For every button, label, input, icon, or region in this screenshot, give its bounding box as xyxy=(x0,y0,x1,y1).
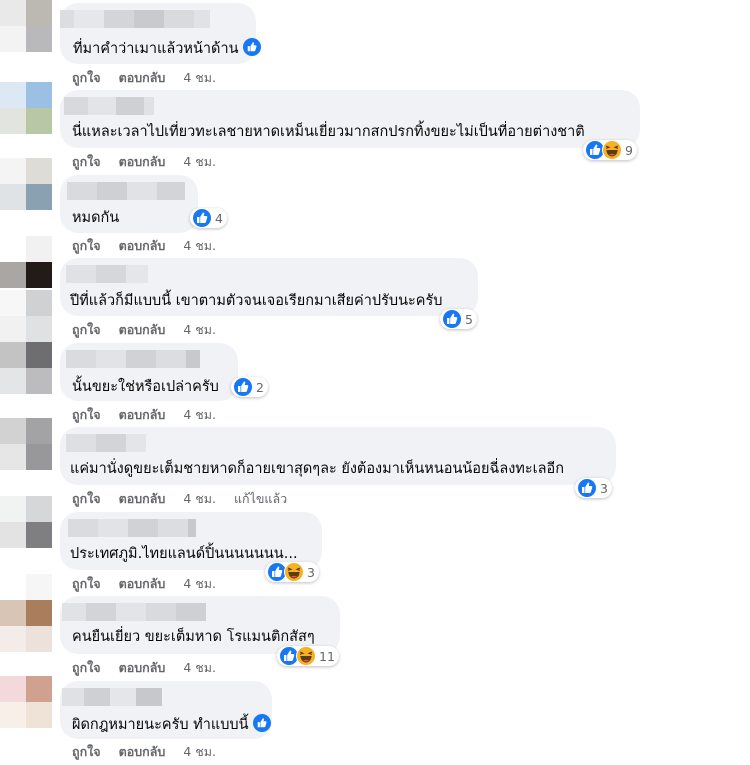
comment-bubble: ที่มาคำว่าเมาแล้วหน้าด้าน xyxy=(60,3,261,64)
like-button[interactable]: ถูกใจ xyxy=(72,742,101,762)
reaction-count: 5 xyxy=(465,311,473,327)
avatar[interactable] xyxy=(0,82,52,134)
comment-text: ผิดกฎหมายนะครับ ทำแบบนี้ xyxy=(72,717,249,733)
timestamp[interactable]: 4 ชม. xyxy=(183,152,216,172)
timestamp[interactable]: 4 ชม. xyxy=(183,320,216,340)
timestamp[interactable]: 4 ชม. xyxy=(183,236,216,256)
haha-reaction-icon xyxy=(284,562,304,582)
comment-actions: ถูกใจ ตอบกลับ 4 ชม. xyxy=(72,236,234,256)
avatar[interactable] xyxy=(0,0,52,52)
commenter-name[interactable] xyxy=(68,519,196,537)
like-button[interactable]: ถูกใจ xyxy=(72,574,101,594)
comment-text: นั้นขยะใช่หรือเปล่าครับ xyxy=(72,379,219,395)
reaction-count: 3 xyxy=(307,564,315,580)
reaction-count: 2 xyxy=(256,379,264,395)
timestamp[interactable]: 4 ชม. xyxy=(183,68,216,88)
reply-button[interactable]: ตอบกลับ xyxy=(119,236,166,256)
like-button[interactable]: ถูกใจ xyxy=(72,236,101,256)
avatar[interactable] xyxy=(0,676,52,728)
comment-bubble: แค่มานั่งดูขยะเต็มชายหาดก็อายเขาสุดๆละ ย… xyxy=(60,427,616,485)
avatar[interactable] xyxy=(0,574,52,626)
like-reaction-icon xyxy=(192,208,212,228)
reply-button[interactable]: ตอบกลับ xyxy=(119,658,166,678)
reply-button[interactable]: ตอบกลับ xyxy=(119,320,166,340)
commenter-name[interactable] xyxy=(62,688,162,706)
reply-button[interactable]: ตอบกลับ xyxy=(119,68,166,88)
like-button[interactable]: ถูกใจ xyxy=(72,405,101,425)
like-reaction-icon xyxy=(233,377,253,397)
comment-actions: ถูกใจ ตอบกลับ 4 ชม. xyxy=(72,658,234,678)
comment-text: แค่มานั่งดูขยะเต็มชายหาดก็อายเขาสุดๆละ ย… xyxy=(70,461,564,477)
commenter-name[interactable] xyxy=(66,350,200,368)
comment-bubble: นี่แหละเวลาไปเที่ยวทะเลชายหาดเหม็นเยี่ยว… xyxy=(60,90,640,148)
timestamp[interactable]: 4 ชม. xyxy=(183,574,216,594)
comment-actions: ถูกใจ ตอบกลับ 4 ชม. xyxy=(72,152,234,172)
reaction-summary[interactable]: 3 xyxy=(575,478,612,498)
avatar[interactable] xyxy=(0,342,52,394)
avatar[interactable] xyxy=(0,418,52,470)
avatar[interactable] xyxy=(0,290,52,342)
reply-button[interactable]: ตอบกลับ xyxy=(119,405,166,425)
comment-actions: ถูกใจ ตอบกลับ 4 ชม. xyxy=(72,574,234,594)
like-button[interactable]: ถูกใจ xyxy=(72,68,101,88)
commenter-name[interactable] xyxy=(66,434,146,452)
comment-text: นี่แหละเวลาไปเที่ยวทะเลชายหาดเหม็นเยี่ยว… xyxy=(72,124,585,140)
haha-reaction-icon xyxy=(296,646,316,666)
avatar[interactable] xyxy=(0,496,52,548)
like-reaction-icon xyxy=(577,478,597,498)
timestamp[interactable]: 4 ชม. xyxy=(183,405,216,425)
reaction-summary[interactable]: 9 xyxy=(583,140,637,160)
like-icon xyxy=(252,714,271,732)
timestamp[interactable]: 4 ชม. xyxy=(183,742,216,762)
comment-text: หมดกัน xyxy=(72,210,120,226)
commenter-name[interactable] xyxy=(64,97,154,115)
reaction-summary[interactable]: 4 xyxy=(190,208,227,228)
reaction-count: 3 xyxy=(600,480,608,496)
comment-actions: ถูกใจ ตอบกลับ 4 ชม. xyxy=(72,320,234,340)
like-icon xyxy=(242,38,261,56)
reaction-summary[interactable]: 3 xyxy=(265,562,319,582)
reaction-count: 9 xyxy=(625,142,633,158)
avatar[interactable] xyxy=(0,158,52,210)
avatar-overflow xyxy=(0,626,52,652)
comment-bubble: นั้นขยะใช่หรือเปล่าครับ xyxy=(60,343,238,401)
commenter-name[interactable] xyxy=(66,265,148,283)
comment-actions: ถูกใจ ตอบกลับ 4 ชม. xyxy=(72,405,234,425)
reaction-summary[interactable]: 5 xyxy=(440,309,477,329)
haha-reaction-icon xyxy=(602,140,622,160)
comment-bubble: หมดกัน xyxy=(60,175,198,233)
comment-bubble: ผิดกฎหมายนะครับ ทำแบบนี้ xyxy=(60,681,272,739)
like-button[interactable]: ถูกใจ xyxy=(72,489,101,509)
avatar[interactable] xyxy=(0,236,52,288)
timestamp[interactable]: 4 ชม. xyxy=(183,489,216,509)
like-button[interactable]: ถูกใจ xyxy=(72,658,101,678)
comment-actions: ถูกใจ ตอบกลับ 4 ชม. แก้ไขแล้ว xyxy=(72,489,305,509)
reaction-count: 4 xyxy=(215,210,223,226)
like-reaction-icon xyxy=(442,309,462,329)
comment-actions: ถูกใจ ตอบกลับ 4 ชม. xyxy=(72,68,234,88)
commenter-name[interactable] xyxy=(60,10,210,28)
comment-text: ปีที่แล้วก็มีแบบนี้ เขาตามตัวจนเจอเรียกม… xyxy=(70,293,443,309)
comment-actions: ถูกใจ ตอบกลับ 4 ชม. xyxy=(72,742,234,762)
comment-bubble: ปีที่แล้วก็มีแบบนี้ เขาตามตัวจนเจอเรียกม… xyxy=(60,258,478,316)
reaction-summary[interactable]: 2 xyxy=(231,377,268,397)
edited-label[interactable]: แก้ไขแล้ว xyxy=(234,489,287,509)
reply-button[interactable]: ตอบกลับ xyxy=(119,742,166,762)
comment-text: ประเทศภูมิ.ไทยแลนด์ปิ้นนนนนนน... xyxy=(70,546,298,562)
commenter-name[interactable] xyxy=(62,603,206,621)
commenter-name[interactable] xyxy=(67,182,185,200)
reply-button[interactable]: ตอบกลับ xyxy=(119,152,166,172)
reply-button[interactable]: ตอบกลับ xyxy=(119,489,166,509)
like-button[interactable]: ถูกใจ xyxy=(72,320,101,340)
comment-text: คนยืนเยี่ยว ขยะเต็มหาด โรแมนติกสัสๆ xyxy=(72,629,315,645)
reaction-count: 11 xyxy=(319,648,335,664)
timestamp[interactable]: 4 ชม. xyxy=(183,658,216,678)
like-button[interactable]: ถูกใจ xyxy=(72,152,101,172)
reaction-summary[interactable]: 11 xyxy=(277,646,339,666)
comment-text: ที่มาคำว่าเมาแล้วหน้าด้าน xyxy=(73,41,239,57)
reply-button[interactable]: ตอบกลับ xyxy=(119,574,166,594)
